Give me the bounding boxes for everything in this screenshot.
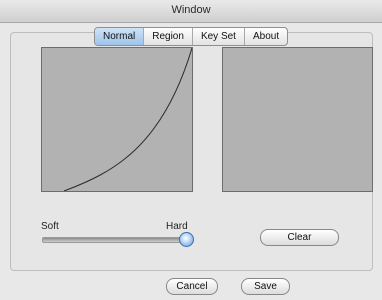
segmented-tabs: Normal Region Key Set About xyxy=(94,27,289,46)
tab-normal[interactable]: Normal xyxy=(95,28,145,45)
pressure-curve xyxy=(63,47,193,192)
curve-graph xyxy=(63,47,193,192)
tab-about[interactable]: About xyxy=(245,28,287,45)
hardness-slider-track[interactable] xyxy=(42,237,188,243)
slider-min-label: Soft xyxy=(41,221,59,232)
preview-panel xyxy=(222,47,373,192)
hardness-slider-thumb[interactable] xyxy=(179,232,194,247)
tab-key-set[interactable]: Key Set xyxy=(193,28,245,45)
window-title: Window xyxy=(171,4,211,16)
window: Window Normal Region Key Set About Soft … xyxy=(0,0,382,300)
title-bar[interactable]: Window xyxy=(0,0,382,23)
curve-panel[interactable] xyxy=(41,47,193,192)
cancel-button[interactable]: Cancel xyxy=(166,278,218,295)
tab-region[interactable]: Region xyxy=(144,28,193,45)
slider-max-label: Hard xyxy=(166,221,188,232)
save-button[interactable]: Save xyxy=(241,278,290,295)
clear-button[interactable]: Clear xyxy=(260,229,339,246)
